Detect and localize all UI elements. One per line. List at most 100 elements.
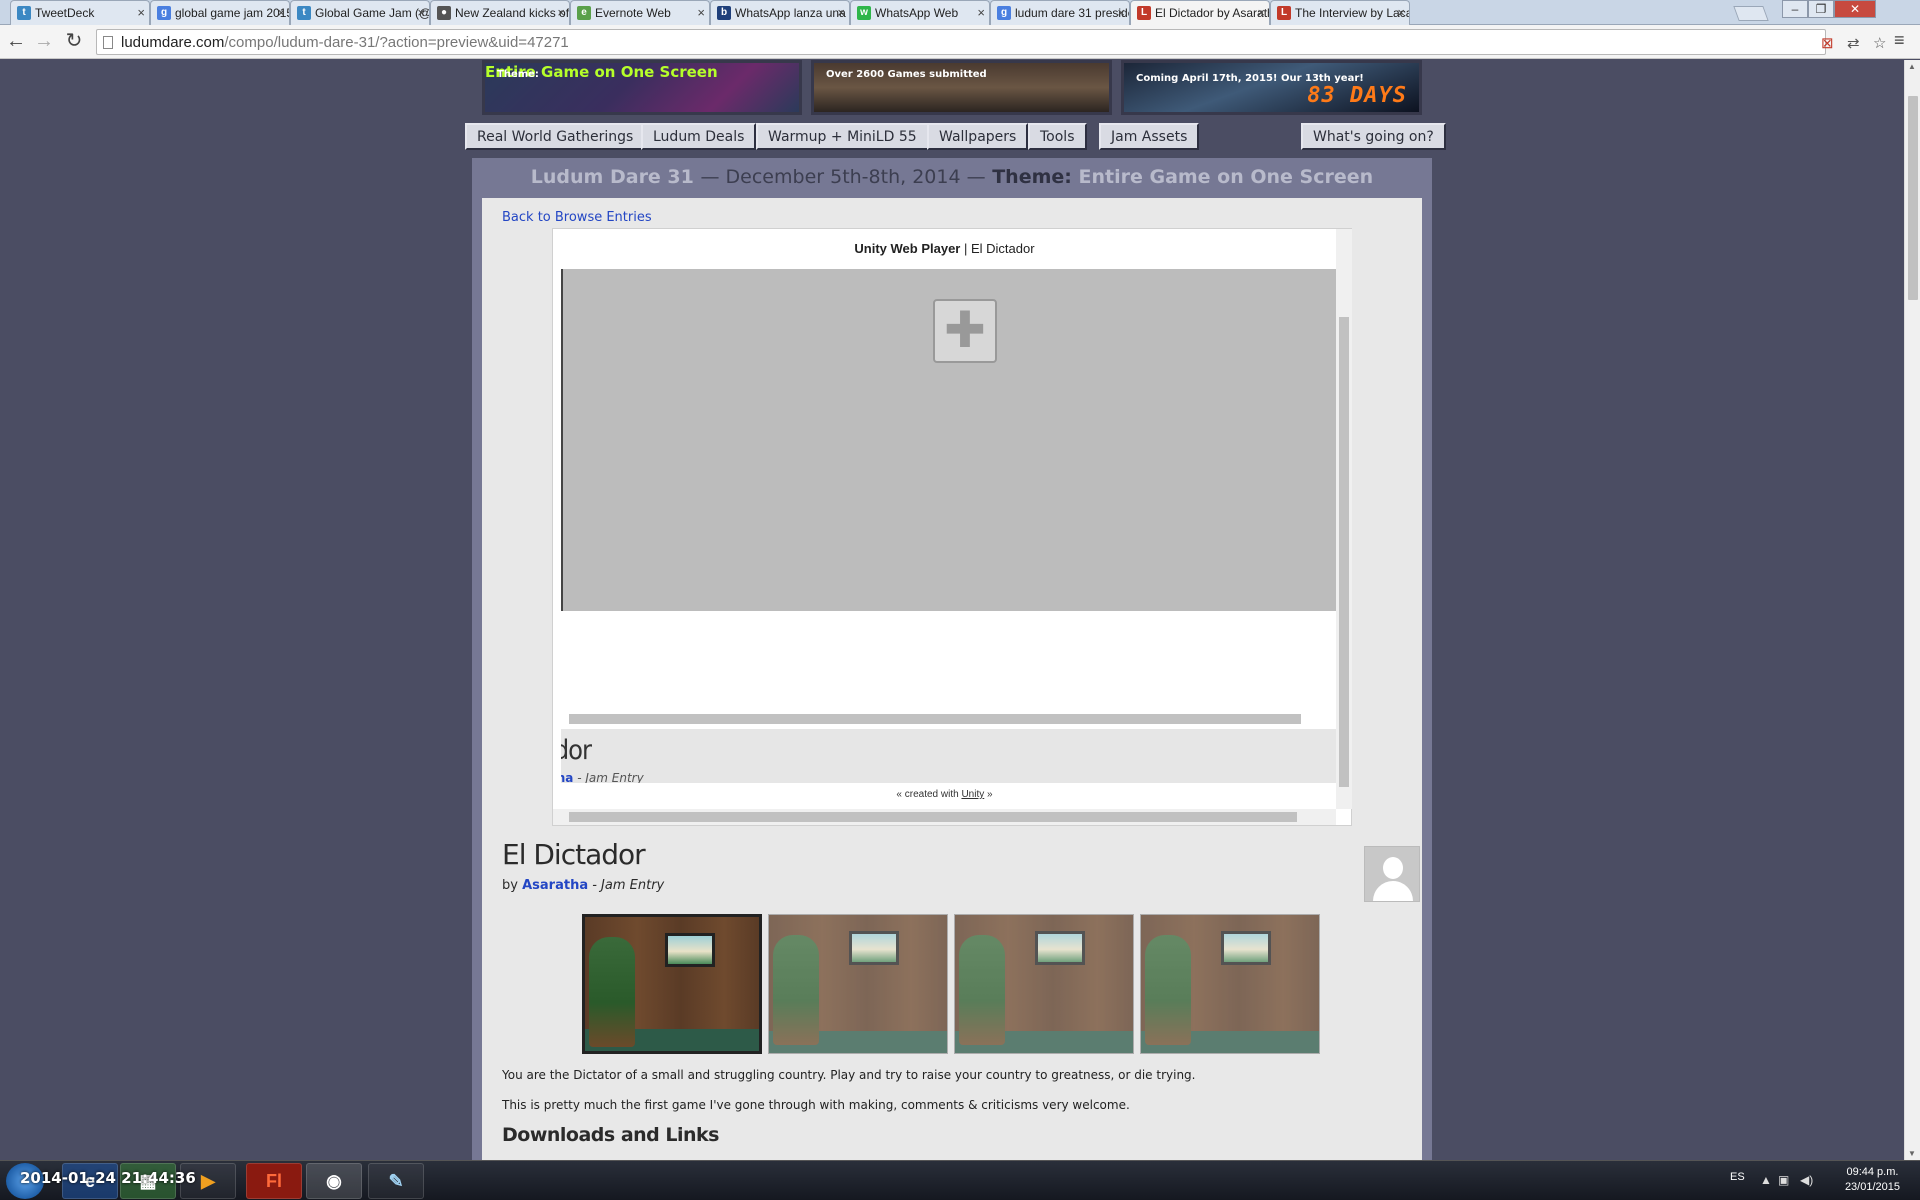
inner-horizontal-scrollbar[interactable] [561,711,1336,727]
menu-whats-going-on[interactable]: What's going on? [1301,123,1446,150]
tab-evernote[interactable]: e Evernote Web × [570,0,710,25]
author-link[interactable]: Asaratha [522,878,588,893]
twitter-icon: t [297,6,311,20]
created-post: » [987,789,993,800]
back-to-browse-link[interactable]: Back to Browse Entries [502,210,652,225]
screenshot-thumbnail-2[interactable] [768,914,948,1054]
countdown-text: 83 DAYS [1307,83,1407,108]
chrome-icon[interactable]: ◉ [306,1163,362,1199]
scroll-up-icon[interactable]: ▲ [1908,62,1916,71]
page-icon [103,36,113,49]
close-icon[interactable]: × [1117,1,1125,25]
close-icon[interactable]: × [977,1,985,25]
flash-icon[interactable]: Fl [246,1163,302,1199]
menu-warmup-minild[interactable]: Warmup + MiniLD 55 [756,123,929,150]
inner-byline-fragment: tha - Jam Entry [561,771,644,783]
network-icon[interactable]: ▣ [1778,1173,1789,1187]
close-icon[interactable]: × [1257,1,1265,25]
theme-label: Theme: [497,69,539,80]
language-indicator[interactable]: ES [1730,1171,1745,1183]
created-pre: « created with [896,789,959,800]
menu-tools[interactable]: Tools [1028,123,1087,150]
site-icon: ● [437,6,451,20]
description-paragraph-1: You are the Dictator of a small and stru… [502,1068,1196,1082]
tab-el-dictador[interactable]: L El Dictador by Asarath × [1130,0,1270,26]
page-vertical-scrollbar[interactable]: ▲ ▼ [1904,60,1920,1160]
address-bar[interactable]: ludumdare.com/compo/ludum-dare-31/?actio… [96,29,1886,55]
menu-real-world-gatherings[interactable]: Real World Gatherings [465,123,646,150]
close-icon[interactable]: × [417,1,425,25]
tab-the-interview[interactable]: L The Interview by Laca × [1270,0,1410,25]
menu-ludum-deals[interactable]: Ludum Deals [641,123,757,150]
inner-author-fragment[interactable]: tha [561,771,573,783]
theme-banner[interactable]: Theme: Entire Game on One Screen [482,60,802,115]
tab-label: Evernote Web [595,6,671,20]
scrollbar-thumb[interactable] [569,714,1301,724]
maximize-button[interactable]: ❐ [1808,0,1834,18]
created-with-unity: « created with Unity » [553,789,1336,800]
close-icon[interactable]: × [557,1,565,25]
screenshot-thumbnail-1[interactable] [582,914,762,1054]
event-name[interactable]: Ludum Dare 31 [531,166,694,188]
avatar[interactable] [1364,846,1420,902]
scrollbar-thumb[interactable] [1908,96,1918,300]
twitter-icon: t [17,6,31,20]
scroll-down-icon[interactable]: ▼ [1908,1149,1916,1158]
notepad-icon[interactable]: ✎ [368,1163,424,1199]
bookmark-star-icon[interactable]: ☆ [1873,34,1886,52]
forward-arrow-icon[interactable]: → [32,30,56,54]
embed-horizontal-scrollbar[interactable] [553,809,1336,825]
translate-icon[interactable]: ⇄ [1847,34,1860,52]
tab-twitter-ggj[interactable]: t Global Game Jam (@g × [290,0,430,25]
screenshot-thumbnail-3[interactable] [954,914,1134,1054]
url-text[interactable]: ludumdare.com/compo/ludum-dare-31/?actio… [121,34,569,51]
tab-tweetdeck[interactable]: t TweetDeck × [10,0,150,25]
scrollbar-thumb[interactable] [1339,317,1349,787]
unity-content-area[interactable]: ✚ [561,269,1336,611]
screenshot-thumbnail-4[interactable] [1140,914,1320,1054]
overlay-timestamp: 2014-01-24 21:44:36 [20,1169,196,1187]
missing-plugin-icon[interactable]: ✚ [933,299,997,363]
tab-whatsapp-news[interactable]: b WhatsApp lanza una × [710,0,850,25]
reload-icon[interactable]: ↻ [62,30,86,54]
event-dates: — December 5th-8th, 2014 — [700,166,986,188]
tab-google-ld[interactable]: g ludum dare 31 preside × [990,0,1130,25]
unity-player-embed: Unity Web Player | El Dictador ✚ ctador … [552,228,1352,826]
embed-vertical-scrollbar[interactable] [1336,229,1352,809]
close-icon[interactable]: × [137,1,145,25]
clock[interactable]: 09:44 p.m. 23/01/2015 [1845,1165,1900,1195]
menu-jam-assets[interactable]: Jam Assets [1099,123,1200,150]
close-icon[interactable]: × [697,1,705,25]
evernote-icon: e [577,6,591,20]
tray-expand-icon[interactable]: ▲ [1760,1173,1772,1187]
browser-menu-icon[interactable]: ≡ [1894,30,1905,51]
tab-whatsapp-web[interactable]: w WhatsApp Web × [850,0,990,25]
new-tab-button[interactable] [1733,6,1769,21]
tab-label: New Zealand kicks off [455,6,570,20]
by-label: by [502,878,518,893]
close-icon[interactable]: × [1397,1,1405,25]
unity-link[interactable]: Unity [961,789,984,800]
tab-google-ggj[interactable]: g global game jam 2015 × [150,0,290,25]
tab-strip: t TweetDeck × g global game jam 2015 × t… [0,0,1920,26]
games-submitted-banner[interactable]: Over 2600 Games submitted [811,60,1112,115]
url-path: /compo/ludum-dare-31/?action=preview&uid… [224,34,569,51]
window-close-button[interactable]: ✕ [1834,0,1876,18]
next-event-banner[interactable]: Coming April 17th, 2015! Our 13th year! … [1121,60,1422,115]
scrollbar-thumb[interactable] [569,812,1297,822]
blocked-plugin-icon[interactable]: ⊠ [1821,34,1834,52]
volume-icon[interactable]: ◀) [1800,1173,1813,1187]
menu-wallpapers[interactable]: Wallpapers [927,123,1029,150]
tab-label: Global Game Jam (@g [315,6,430,20]
google-icon: g [997,6,1011,20]
game-title: El Dictador [502,838,646,871]
minimize-button[interactable]: – [1782,0,1808,18]
entry-content: Back to Browse Entries Unity Web Player … [482,198,1422,1160]
close-icon[interactable]: × [837,1,845,25]
inner-entry-type: - Jam Entry [577,771,644,783]
tab-label: TweetDeck [35,6,95,20]
inner-page-fragment: ctador tha - Jam Entry [561,729,1336,783]
tab-new-zealand[interactable]: ● New Zealand kicks off × [430,0,570,25]
close-icon[interactable]: × [277,1,285,25]
back-arrow-icon[interactable]: ← [4,30,28,54]
